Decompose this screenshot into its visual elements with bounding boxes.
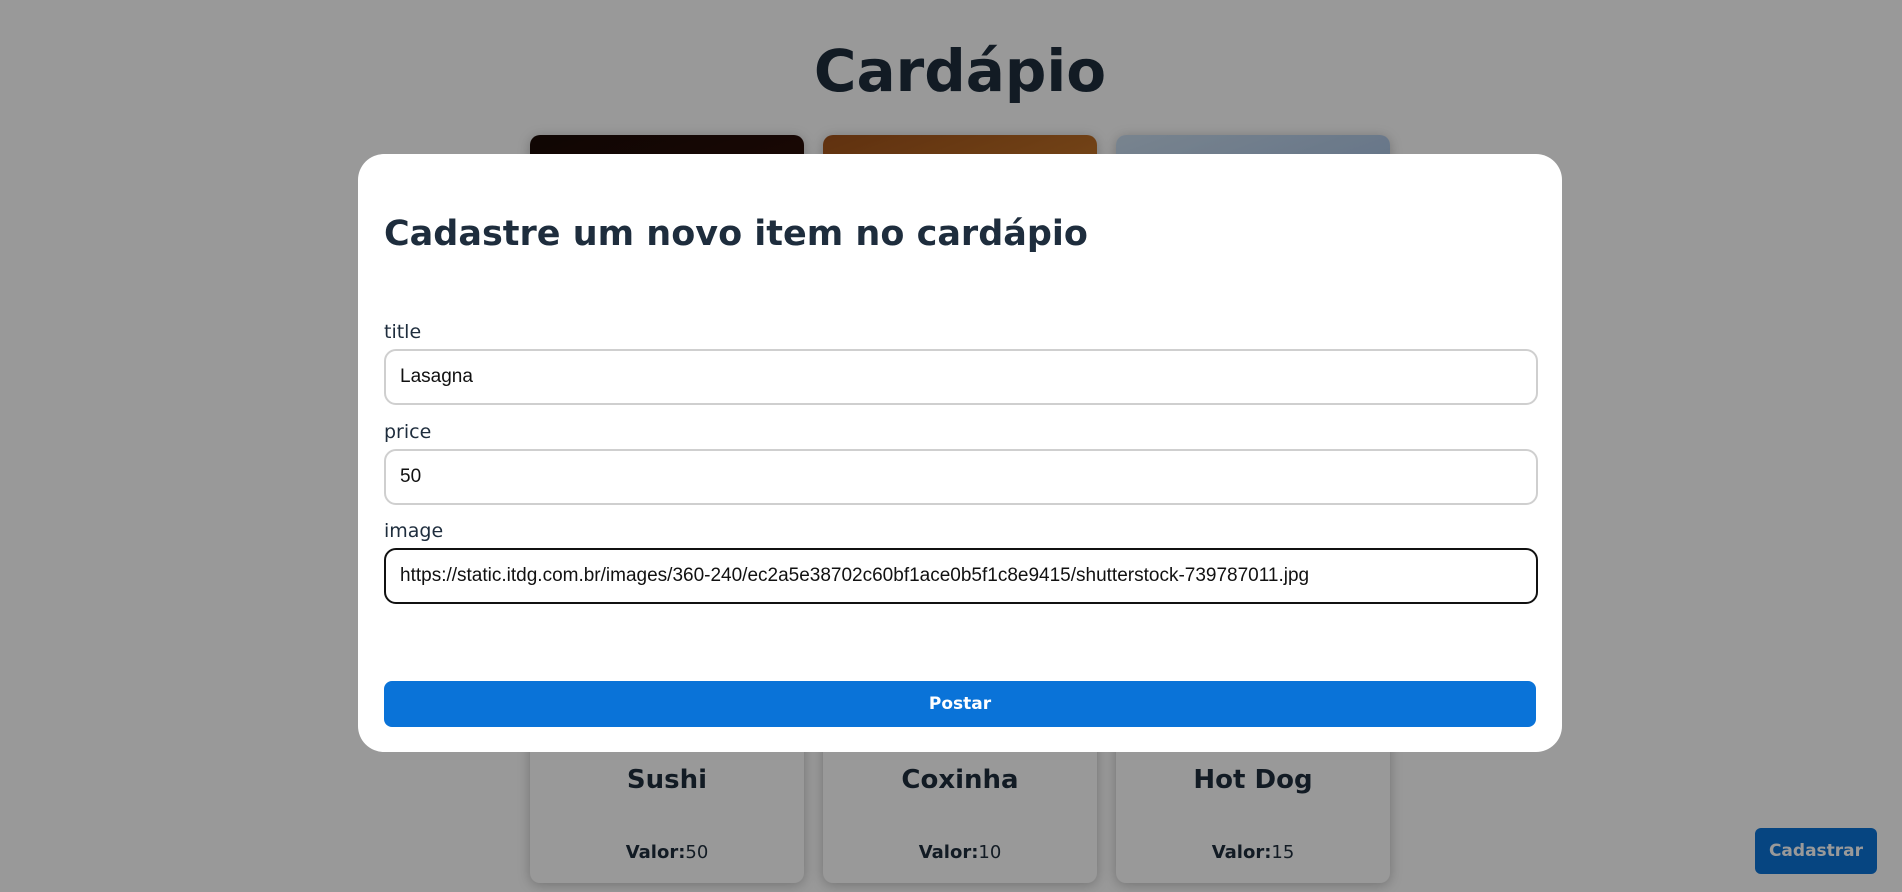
new-item-modal: Cadastre um novo item no cardápio title … [358, 154, 1562, 752]
price-input[interactable] [384, 449, 1538, 505]
price-field-label: price [384, 421, 432, 443]
image-field-label: image [384, 520, 444, 542]
modal-title: Cadastre um novo item no cardápio [384, 214, 1088, 254]
title-field-label: title [384, 321, 422, 343]
title-input[interactable] [384, 349, 1538, 405]
post-button[interactable]: Postar [384, 681, 1536, 727]
page: Cardápio Sushi Valor:50 Coxinha Valor:10… [0, 0, 1902, 892]
image-url-input[interactable] [384, 548, 1538, 604]
